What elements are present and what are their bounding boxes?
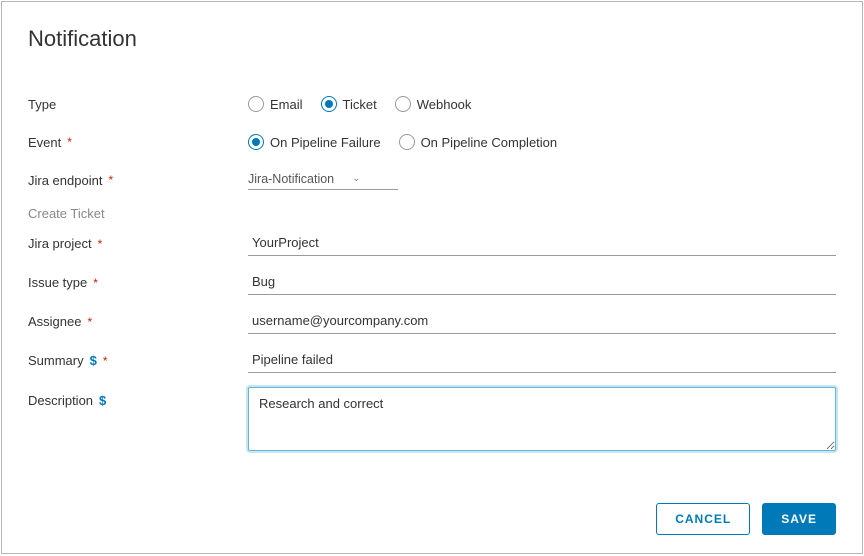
required-mark: *: [103, 354, 108, 368]
type-webhook-radio[interactable]: Webhook: [395, 96, 472, 112]
label-issue-type-text: Issue type: [28, 275, 87, 290]
description-field-wrap: [248, 387, 836, 454]
row-description: Description $: [28, 387, 836, 454]
label-assignee-text: Assignee: [28, 314, 81, 329]
assignee-input[interactable]: [248, 309, 836, 334]
create-ticket-section-label: Create Ticket: [28, 206, 836, 221]
row-assignee: Assignee *: [28, 309, 836, 334]
variable-icon[interactable]: $: [99, 393, 106, 408]
assignee-field-wrap: [248, 309, 836, 334]
type-email-radio[interactable]: Email: [248, 96, 303, 112]
jira-project-input[interactable]: [248, 231, 836, 256]
radio-icon: [321, 96, 337, 112]
row-summary: Summary $ *: [28, 348, 836, 373]
label-description-text: Description: [28, 393, 93, 408]
row-event: Event * On Pipeline Failure On Pipeline …: [28, 130, 836, 154]
label-issue-type: Issue type *: [28, 275, 248, 290]
required-mark: *: [108, 173, 113, 187]
radio-icon: [248, 96, 264, 112]
jira-endpoint-field: Jira-Notification ⌄: [248, 171, 836, 190]
radio-icon: [395, 96, 411, 112]
save-button[interactable]: Save: [762, 503, 836, 535]
type-email-label: Email: [270, 97, 303, 112]
variable-icon[interactable]: $: [90, 353, 97, 368]
footer-actions: Cancel Save: [656, 503, 836, 535]
cancel-button[interactable]: Cancel: [656, 503, 750, 535]
description-textarea[interactable]: [248, 387, 836, 451]
label-type: Type: [28, 97, 248, 112]
summary-field-wrap: [248, 348, 836, 373]
type-webhook-label: Webhook: [417, 97, 472, 112]
issue-type-input[interactable]: [248, 270, 836, 295]
row-issue-type: Issue type *: [28, 270, 836, 295]
label-jira-endpoint: Jira endpoint *: [28, 173, 248, 188]
required-mark: *: [67, 135, 72, 149]
label-jira-project-text: Jira project: [28, 236, 92, 251]
row-type: Type Email Ticket Webhook: [28, 92, 836, 116]
label-jira-project: Jira project *: [28, 236, 248, 251]
type-ticket-radio[interactable]: Ticket: [321, 96, 377, 112]
page-title: Notification: [28, 26, 836, 52]
event-completion-radio[interactable]: On Pipeline Completion: [399, 134, 558, 150]
label-type-text: Type: [28, 97, 56, 112]
label-description: Description $: [28, 387, 248, 408]
row-jira-endpoint: Jira endpoint * Jira-Notification ⌄: [28, 168, 836, 192]
jira-project-field-wrap: [248, 231, 836, 256]
jira-endpoint-value: Jira-Notification: [248, 172, 334, 186]
label-event-text: Event: [28, 135, 61, 150]
type-radio-group: Email Ticket Webhook: [248, 96, 836, 112]
event-failure-radio[interactable]: On Pipeline Failure: [248, 134, 381, 150]
required-mark: *: [93, 276, 98, 290]
label-summary-text: Summary: [28, 353, 84, 368]
issue-type-field-wrap: [248, 270, 836, 295]
row-jira-project: Jira project *: [28, 231, 836, 256]
event-completion-label: On Pipeline Completion: [421, 135, 558, 150]
notification-panel: Notification Type Email Ticket Webhook E…: [1, 1, 863, 554]
label-assignee: Assignee *: [28, 314, 248, 329]
event-failure-label: On Pipeline Failure: [270, 135, 381, 150]
label-summary: Summary $ *: [28, 353, 248, 368]
summary-input[interactable]: [248, 348, 836, 373]
radio-icon: [399, 134, 415, 150]
label-event: Event *: [28, 135, 248, 150]
jira-endpoint-select[interactable]: Jira-Notification ⌄: [248, 172, 398, 190]
radio-icon: [248, 134, 264, 150]
type-ticket-label: Ticket: [343, 97, 377, 112]
chevron-down-icon: ⌄: [352, 173, 360, 184]
event-radio-group: On Pipeline Failure On Pipeline Completi…: [248, 134, 836, 150]
required-mark: *: [87, 315, 92, 329]
required-mark: *: [98, 237, 103, 251]
label-jira-endpoint-text: Jira endpoint: [28, 173, 102, 188]
